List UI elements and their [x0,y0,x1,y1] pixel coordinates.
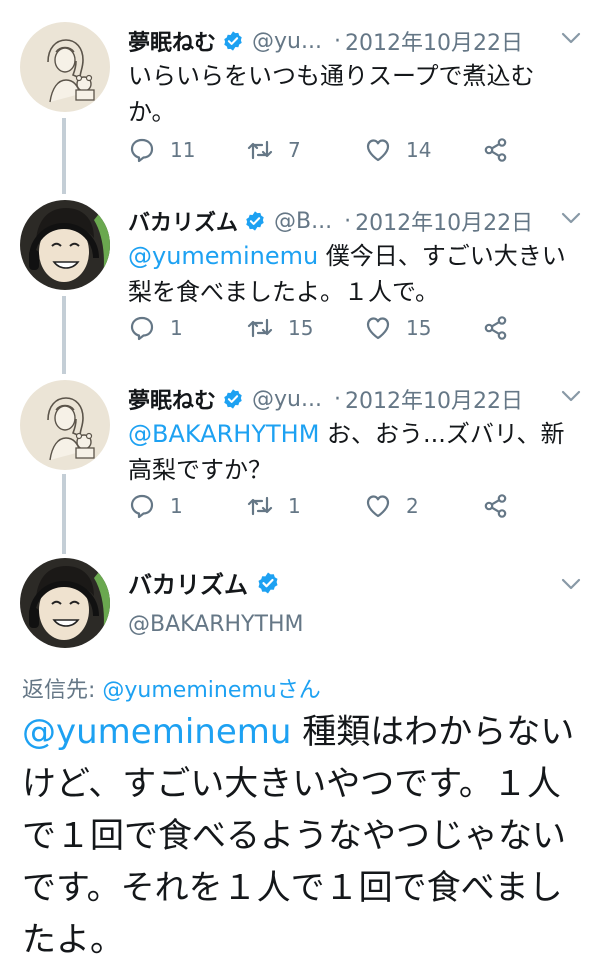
tweet-actions: 1 1 2 [128,488,528,524]
mention-link[interactable]: @yumeminemu [22,712,291,752]
retweet-icon [246,314,274,342]
verified-badge-icon [222,30,244,52]
tweet-header: 夢眠ねむ @yu... · 2012年10月22日 [128,24,580,58]
share-icon [482,492,510,520]
reply-to-label: 返信先: [22,678,103,703]
like-count: 14 [406,138,432,162]
like-icon [364,314,392,342]
chevron-down-icon[interactable] [560,30,582,46]
like-icon [364,136,392,164]
tweet-header: 夢眠ねむ @yu... · 2012年10月22日 [128,382,580,416]
separator-dot: · [344,208,352,234]
mention-link[interactable]: @BAKARHYTHM [128,420,319,448]
reply-icon [128,136,156,164]
share-button[interactable] [482,310,524,346]
tweet-date[interactable]: 2012年10月22日 [345,383,523,415]
like-count: 15 [406,316,432,340]
share-button[interactable] [482,488,524,524]
display-name[interactable]: バカリズム [128,565,248,600]
reply-count: 1 [170,494,183,518]
verified-badge-icon [244,210,266,232]
retweet-count: 15 [288,316,314,340]
display-name[interactable]: 夢眠ねむ [128,383,216,415]
chevron-down-icon[interactable] [560,210,582,226]
tweet-header: バカリズム @B... · 2012年10月22日 [128,204,580,238]
retweet-icon [246,136,274,164]
tweet-body: いらいらをいつも通りスープで煮込むか。 [128,62,535,126]
retweet-button[interactable]: 15 [246,310,313,346]
reply-button[interactable]: 1 [128,488,183,524]
reply-count: 11 [170,138,196,162]
display-name[interactable]: バカリズム [128,205,238,237]
retweet-count: 7 [288,138,301,162]
like-button[interactable]: 14 [364,132,431,168]
mention-link[interactable]: @yumeminemu [128,242,318,270]
tweet-actions: 11 7 14 [128,132,528,168]
user-handle[interactable]: @B... [274,209,332,234]
user-handle[interactable]: @yu... [252,387,322,412]
tweet-actions: 1 15 15 [128,310,528,346]
focused-tweet-text: @yumeminemu 種類はわからないけど、すごい大きいやつです。１人で１回で… [22,706,582,966]
reply-icon [128,492,156,520]
reply-count: 1 [170,316,183,340]
reply-icon [128,314,156,342]
share-button[interactable] [482,132,524,168]
tweet-date[interactable]: 2012年10月22日 [345,25,523,57]
reply-to-mention[interactable]: @yumeminemu [102,678,276,703]
verified-badge-icon [256,571,280,595]
retweet-button[interactable]: 7 [246,132,301,168]
chevron-down-icon[interactable] [560,576,582,592]
tweet-text: いらいらをいつも通りスープで煮込むか。 [128,58,568,130]
verified-badge-icon [222,388,244,410]
tweet[interactable]: 夢眠ねむ @yu... · 2012年10月22日 @BAKARHYTHM お、… [0,358,600,538]
user-handle[interactable]: @BAKARHYTHM [128,612,303,637]
separator-dot: · [333,28,341,54]
display-name[interactable]: 夢眠ねむ [128,25,216,57]
retweet-icon [246,492,274,520]
user-handle[interactable]: @yu... [252,29,322,54]
share-icon [482,314,510,342]
like-button[interactable]: 2 [364,488,419,524]
separator-dot: · [333,386,341,412]
tweet[interactable]: バカリズム @B... · 2012年10月22日 @yumeminemu 僕今… [0,180,600,358]
reply-button[interactable]: 11 [128,132,195,168]
retweet-button[interactable]: 1 [246,488,301,524]
like-icon [364,492,392,520]
retweet-count: 1 [288,494,301,518]
avatar[interactable] [20,200,110,290]
reply-to-suffix: さん [276,678,321,703]
avatar[interactable] [20,558,110,648]
avatar[interactable] [20,22,110,112]
reply-button[interactable]: 1 [128,310,183,346]
chevron-down-icon[interactable] [560,388,582,404]
avatar[interactable] [20,380,110,470]
tweet-text: @BAKARHYTHM お、おう...ズバリ、新高梨ですか？ [128,416,568,488]
like-button[interactable]: 15 [364,310,431,346]
tweet[interactable]: 夢眠ねむ @yu... · 2012年10月22日 いらいらをいつも通りスープで… [0,0,600,180]
focused-name-row: バカリズム [128,565,288,600]
like-count: 2 [406,494,419,518]
share-icon [482,136,510,164]
tweet-text: @yumeminemu 僕今日、すごい大きい梨を食べましたよ。１人で。 [128,238,568,310]
tweet-date[interactable]: 2012年10月22日 [355,205,533,237]
reply-to-line: 返信先: @yumeminemuさん [22,672,321,704]
